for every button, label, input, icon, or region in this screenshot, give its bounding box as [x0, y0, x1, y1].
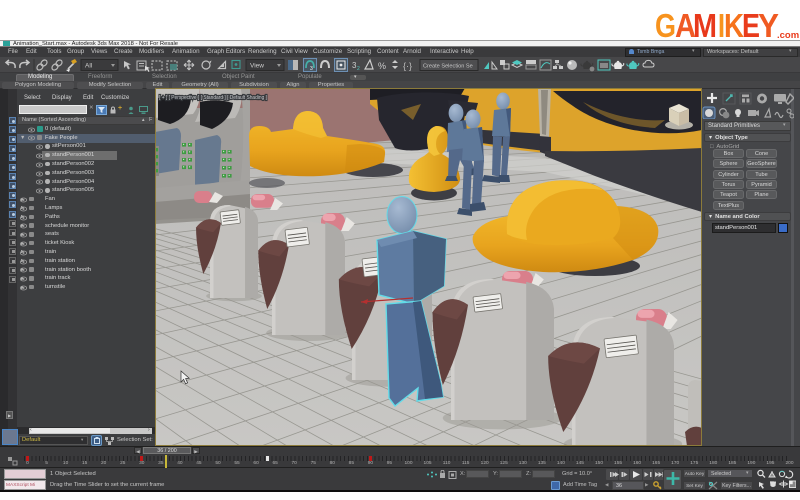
svg-text:Y: Y — [758, 8, 779, 41]
svg-text:%: % — [378, 61, 386, 71]
svg-text:{·}: {·} — [403, 61, 412, 71]
svg-text:3: 3 — [310, 66, 313, 72]
svg-text:G: G — [655, 8, 676, 41]
svg-text:K: K — [724, 8, 744, 41]
svg-text:All: All — [85, 63, 93, 70]
svg-text:[ + ] [ Perspective ] [ Standa: [ + ] [ Perspective ] [ Standard ] [ Def… — [159, 95, 267, 101]
svg-text:M: M — [693, 8, 717, 41]
svg-text:Create Selection Se: Create Selection Se — [423, 64, 473, 70]
svg-text:2: 2 — [357, 66, 360, 72]
svg-text:View: View — [250, 63, 264, 70]
